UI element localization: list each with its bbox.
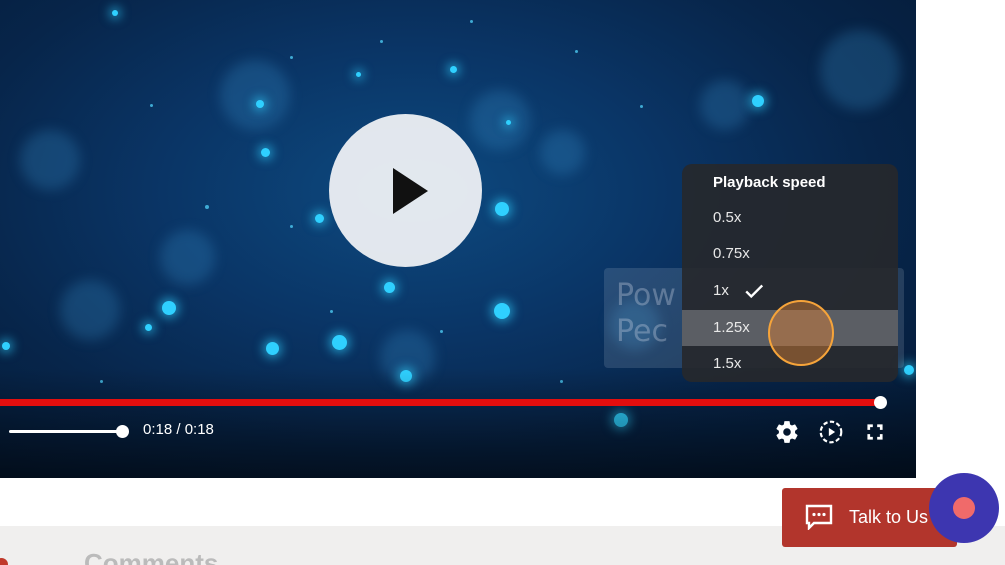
- speed-option-0-75x[interactable]: 0.75x: [682, 236, 898, 272]
- speed-option-label: 0.5x: [713, 209, 742, 226]
- chat-icon: [805, 504, 833, 530]
- notification-dot: [953, 497, 975, 519]
- playback-speed-button[interactable]: [818, 419, 844, 445]
- progress-handle[interactable]: [874, 396, 887, 409]
- speed-option-label: 1.5x: [713, 355, 742, 372]
- time-display: 0:18 / 0:18: [143, 421, 214, 438]
- speed-option-0-5x[interactable]: 0.5x: [682, 200, 898, 236]
- talk-to-us-label: Talk to Us: [849, 507, 929, 527]
- page: Pow Pec 0:18 / 0:18 Playback speed 0.5x …: [0, 0, 1005, 565]
- settings-button[interactable]: [774, 419, 800, 445]
- volume-handle[interactable]: [116, 425, 129, 438]
- fullscreen-button[interactable]: [862, 419, 888, 445]
- speed-option-label: 1x: [713, 282, 729, 299]
- mouse-cursor-highlight: [768, 300, 834, 366]
- chat-launcher-bubble[interactable]: [929, 473, 999, 543]
- play-button[interactable]: [329, 114, 482, 267]
- watermark-text: Pow Pec: [616, 278, 676, 349]
- check-icon: [745, 284, 764, 299]
- play-icon: [393, 168, 428, 214]
- comments-heading: Comments: [84, 548, 219, 565]
- speed-option-label: 1.25x: [713, 319, 750, 336]
- video-player[interactable]: Pow Pec 0:18 / 0:18 Playback speed 0.5x …: [0, 0, 916, 478]
- gear-icon: [776, 421, 798, 443]
- volume-slider[interactable]: [9, 430, 122, 433]
- speed-option-label: 0.75x: [713, 245, 750, 262]
- progress-bar[interactable]: [0, 399, 881, 406]
- fullscreen-icon: [867, 424, 883, 440]
- playback-speed-icon: [819, 420, 843, 444]
- menu-title: Playback speed: [713, 174, 826, 191]
